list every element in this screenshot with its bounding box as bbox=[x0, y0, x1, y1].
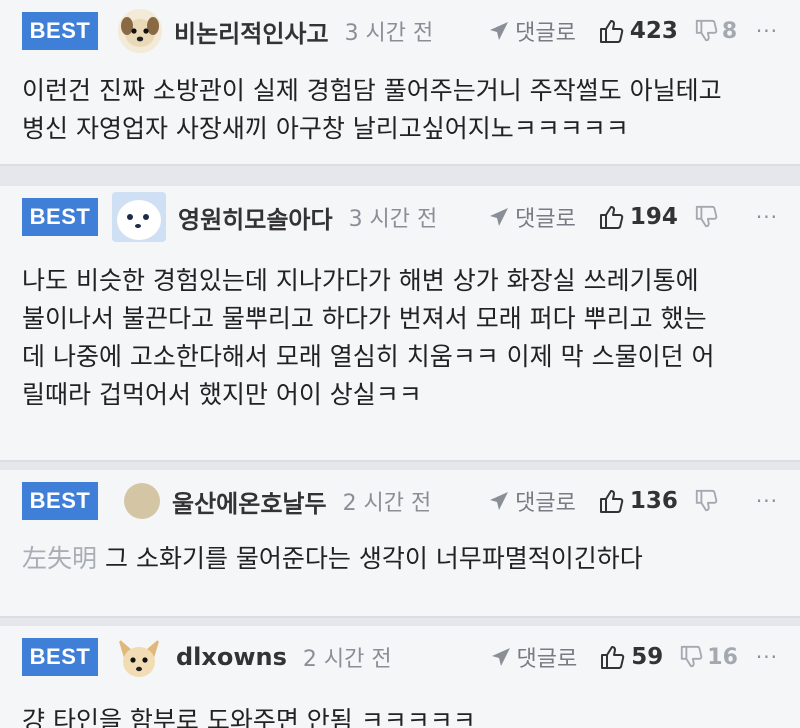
timestamp: 3 시간 전 bbox=[344, 21, 434, 46]
nickname[interactable]: 영원히모솔아다 bbox=[178, 200, 333, 235]
reply-label: 댓글로 bbox=[515, 21, 576, 46]
thumbs-up-icon bbox=[599, 20, 624, 43]
dislike-button[interactable]: 8 bbox=[694, 19, 738, 44]
send-arrow-icon bbox=[490, 492, 509, 510]
dog-face-icon[interactable] bbox=[118, 9, 162, 53]
comment-item: BEST dlxowns 2 시간 전 댓글로 59 16 ··· 걍 타인을 … bbox=[0, 626, 800, 728]
timestamp: 2 시간 전 bbox=[342, 491, 432, 516]
comment-line: 병신 자영업자 사장새끼 아구창 날리고싶어지노ㅋㅋㅋㅋㅋ bbox=[22, 114, 629, 143]
send-arrow-icon bbox=[490, 208, 509, 226]
thumbs-down-icon bbox=[695, 19, 718, 42]
comment-header: BEST 울산에온호날두 2 시간 전 댓글로 136 ··· bbox=[22, 470, 778, 532]
thumbs-up-icon bbox=[601, 646, 625, 669]
comment-item: BEST 비논리적인사고 3 시간 전 댓글로 423 8 ··· 이런건 진짜… bbox=[0, 0, 800, 166]
best-badge: BEST bbox=[22, 12, 98, 50]
comment-text: 그 소화기를 물어준다는 생각이 너무파멸적이긴하다 bbox=[105, 544, 643, 573]
like-count: 194 bbox=[629, 204, 678, 230]
comment-line: 데 나중에 고소한다해서 모래 열심히 치움ㅋㅋ 이제 막 스물이던 어 bbox=[22, 342, 715, 371]
best-badge: BEST bbox=[22, 482, 98, 520]
nickname[interactable]: 비논리적인사고 bbox=[174, 14, 329, 49]
comment-line: 이런건 진짜 소방관이 실제 경험담 풀어주는거니 주작썰도 아닐테고 bbox=[22, 76, 722, 105]
seal-face-icon[interactable] bbox=[112, 192, 166, 242]
more-options-icon[interactable]: ··· bbox=[756, 205, 778, 229]
comment-header: BEST 비논리적인사고 3 시간 전 댓글로 423 8 ··· bbox=[22, 0, 778, 62]
hanja-prefix: 左失明 bbox=[22, 544, 98, 573]
like-count: 59 bbox=[631, 644, 664, 670]
nickname[interactable]: 울산에온호날두 bbox=[172, 484, 327, 519]
comment-item: BEST 영원히모솔아다 3 시간 전 댓글로 194 ··· 나도 비슷한 경… bbox=[0, 186, 800, 462]
more-options-icon[interactable]: ··· bbox=[756, 19, 778, 43]
reply-button[interactable]: 댓글로 bbox=[489, 15, 576, 47]
send-arrow-icon bbox=[490, 22, 509, 40]
timestamp: 2 시간 전 bbox=[302, 647, 392, 672]
thumbs-down-icon bbox=[695, 489, 718, 512]
more-options-icon[interactable]: ··· bbox=[756, 645, 778, 669]
comment-line: 나도 비슷한 경험있는데 지나가다가 해변 상가 화장실 쓰레기통에 bbox=[22, 266, 699, 295]
default-avatar-icon[interactable] bbox=[124, 483, 160, 519]
best-badge: BEST bbox=[22, 638, 98, 676]
thumbs-up-icon bbox=[599, 490, 624, 513]
timestamp: 3 시간 전 bbox=[348, 207, 438, 232]
dislike-button[interactable] bbox=[694, 205, 738, 229]
comment-body: 나도 비슷한 경험있는데 지나가다가 해변 상가 화장실 쓰레기통에 불이나서 … bbox=[22, 248, 778, 438]
like-button[interactable]: 194 bbox=[598, 204, 678, 230]
dislike-count: 8 bbox=[721, 18, 738, 44]
dislike-count: 16 bbox=[707, 644, 738, 670]
dislike-button[interactable]: 16 bbox=[679, 645, 738, 670]
reply-label: 댓글로 bbox=[515, 491, 576, 516]
like-count: 136 bbox=[629, 488, 678, 514]
send-arrow-icon bbox=[491, 648, 510, 666]
reply-button[interactable]: 댓글로 bbox=[489, 201, 576, 233]
reply-label: 댓글로 bbox=[516, 647, 578, 672]
more-options-icon[interactable]: ··· bbox=[756, 489, 778, 513]
comment-line: 걍 타인을 함부로 도와주면 안됨 ㅋㅋㅋㅋㅋ bbox=[22, 706, 476, 728]
like-button[interactable]: 136 bbox=[598, 488, 678, 514]
nickname[interactable]: dlxowns bbox=[176, 643, 287, 671]
comment-line: 릴때라 겁먹어서 했지만 어이 상실ㅋㅋ bbox=[22, 380, 422, 409]
reply-label: 댓글로 bbox=[515, 207, 576, 232]
comment-body: 左失明 그 소화기를 물어준다는 생각이 너무파멸적이긴하다 bbox=[22, 532, 778, 602]
comment-item: BEST 울산에온호날두 2 시간 전 댓글로 136 ··· 左失明 그 소화기… bbox=[0, 470, 800, 618]
thumbs-down-icon bbox=[681, 645, 703, 668]
like-button[interactable]: 59 bbox=[599, 644, 663, 670]
thumbs-up-icon bbox=[599, 206, 624, 229]
like-button[interactable]: 423 bbox=[598, 18, 678, 44]
comment-body: 이런건 진짜 소방관이 실제 경험담 풀어주는거니 주작썰도 아닐테고 병신 자… bbox=[22, 62, 778, 172]
like-count: 423 bbox=[629, 18, 678, 44]
comment-body: 걍 타인을 함부로 도와주면 안됨 ㅋㅋㅋㅋㅋ bbox=[22, 688, 778, 728]
comment-header: BEST 영원히모솔아다 3 시간 전 댓글로 194 ··· bbox=[22, 186, 778, 248]
reply-button[interactable]: 댓글로 bbox=[491, 641, 578, 673]
comment-line: 불이나서 불끈다고 물뿌리고 하다가 번져서 모래 퍼다 뿌리고 했는 bbox=[22, 304, 707, 333]
comment-line: 左失明 그 소화기를 물어준다는 생각이 너무파멸적이긴하다 bbox=[22, 540, 778, 578]
dislike-button[interactable] bbox=[694, 489, 738, 513]
thumbs-down-icon bbox=[695, 205, 718, 228]
comment-header: BEST dlxowns 2 시간 전 댓글로 59 16 ··· bbox=[22, 626, 778, 688]
reply-button[interactable]: 댓글로 bbox=[489, 485, 576, 517]
chihuahua-face-icon[interactable] bbox=[114, 632, 164, 682]
best-badge: BEST bbox=[22, 198, 98, 236]
